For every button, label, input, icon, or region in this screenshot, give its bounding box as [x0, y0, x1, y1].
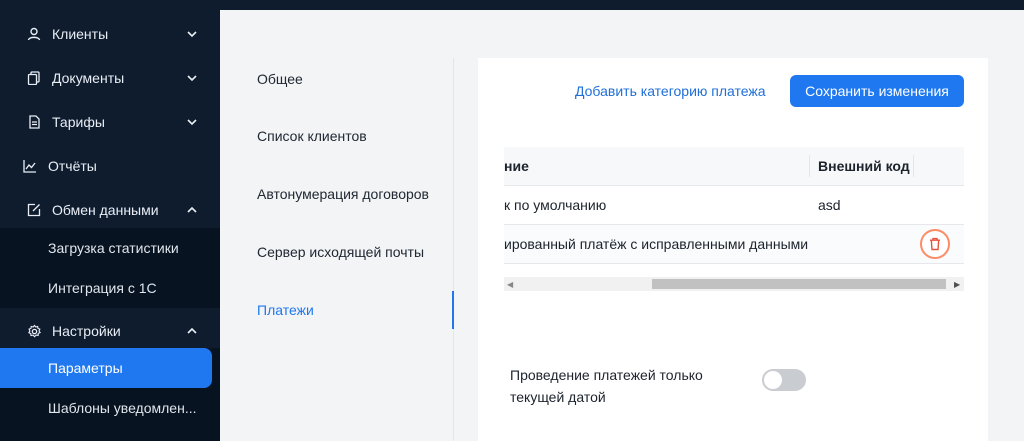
sidebar-item-label: Обмен данными [52, 202, 159, 218]
cell-name: ированный платёж с исправленными данными [504, 236, 809, 252]
cell-external-code: asd [818, 197, 841, 213]
chevron-down-icon [186, 72, 198, 84]
sidebar-item-documents[interactable]: Документы [0, 56, 220, 100]
sidebar-item-label: Документы [52, 70, 125, 86]
add-payment-category-link[interactable]: Добавить категорию платежа [575, 83, 766, 99]
sidebar-item-tariffs[interactable]: Тарифы [0, 100, 220, 144]
table-header: ние Внешний код [504, 147, 964, 186]
user-icon [26, 26, 42, 42]
chart-line-icon [22, 158, 38, 174]
sidebar-subitem-statistics[interactable]: Загрузка статистики [0, 228, 220, 268]
sidebar-item-label: Отчёты [48, 158, 97, 174]
documents-icon [26, 70, 42, 86]
sidebar-subitem-label: Шаблоны уведомлен... [48, 400, 197, 416]
current-date-payments-label: Проведение платежей только текущей датой [510, 367, 703, 405]
chevron-up-icon [186, 325, 198, 337]
sidebar-subitem-tail [0, 428, 220, 441]
save-changes-button[interactable]: Сохранить изменения [790, 75, 964, 107]
sidebar-subitem-parameters[interactable]: Параметры [0, 348, 220, 388]
sidebar-subitem-notification-templates[interactable]: Шаблоны уведомлен... [0, 388, 220, 428]
sidebar-item-data-exchange[interactable]: Обмен данными [0, 188, 220, 232]
sidebar-item-label: Клиенты [52, 26, 109, 42]
chevron-down-icon [186, 116, 198, 128]
scroll-left-arrow-icon[interactable]: ◀ [507, 280, 513, 289]
current-date-payments-toggle[interactable] [762, 369, 806, 391]
gear-icon [26, 323, 42, 339]
column-resize-handle[interactable] [809, 155, 810, 177]
settings-menu: Общее Список клиентов Автонумерация дого… [220, 10, 454, 441]
horizontal-scrollbar[interactable]: ◀ ▶ [504, 277, 964, 291]
settings-menu-item-payments[interactable]: Платежи [257, 302, 314, 318]
sidebar-item-settings[interactable]: Настройки [0, 309, 220, 353]
sidebar-subitem-label: Параметры [48, 360, 123, 376]
sidebar-item-label: Тарифы [52, 114, 105, 130]
active-menu-indicator [452, 291, 454, 329]
sidebar-subitem-label: Загрузка статистики [48, 240, 179, 256]
data-exchange-icon [26, 202, 42, 218]
toggle-knob [764, 371, 782, 389]
settings-menu-item-general[interactable]: Общее [257, 71, 303, 87]
chevron-up-icon [186, 204, 198, 216]
column-header-name[interactable]: ние [504, 158, 529, 174]
sidebar-item-reports[interactable]: Отчёты [0, 144, 220, 188]
trash-icon [930, 237, 940, 251]
table-row[interactable]: ированный платёж с исправленными данными [504, 225, 964, 264]
column-header-external-code[interactable]: Внешний код [818, 158, 910, 174]
sidebar-subitem-label: Интеграция с 1С [48, 280, 157, 296]
settings-menu-item-client-list[interactable]: Список клиентов [257, 128, 367, 144]
sidebar-item-clients[interactable]: Клиенты [0, 12, 220, 56]
delete-row-button[interactable] [920, 229, 950, 259]
tariff-icon [26, 114, 42, 130]
settings-menu-item-mail-server[interactable]: Сервер исходящей почты [257, 244, 424, 260]
top-bar [220, 0, 1024, 10]
cell-name: к по умолчанию [504, 197, 607, 213]
column-resize-handle[interactable] [913, 155, 914, 177]
menu-divider [453, 58, 454, 441]
sidebar-subitem-1c[interactable]: Интеграция с 1С [0, 268, 220, 308]
scroll-right-arrow-icon[interactable]: ▶ [954, 280, 960, 289]
scrollbar-thumb[interactable] [652, 279, 946, 289]
table-row[interactable]: к по умолчанию asd [504, 186, 964, 225]
payment-categories-table: ние Внешний код к по умолчанию asd ирова… [504, 147, 964, 297]
settings-menu-item-autonumbering[interactable]: Автонумерация договоров [257, 186, 429, 202]
sidebar-item-label: Настройки [52, 323, 121, 339]
chevron-down-icon [186, 28, 198, 40]
sidebar: Клиенты Документы Тарифы Отчёты Обмен да… [0, 0, 220, 441]
